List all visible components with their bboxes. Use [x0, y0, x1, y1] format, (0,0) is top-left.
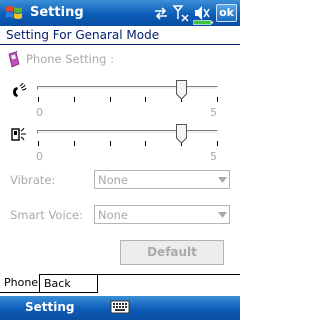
- default-button[interactable]: Default: [120, 240, 224, 265]
- title-bar: Setting ok: [0, 0, 240, 26]
- slider-tick: [74, 141, 75, 146]
- phone-setting-label: Phone Setting :: [26, 52, 114, 66]
- slider-tick: [110, 97, 111, 102]
- connectivity-icon[interactable]: [152, 4, 170, 22]
- slider-tick: [110, 141, 111, 146]
- ringer-slider-max-label: 5: [210, 106, 217, 119]
- ringer-slider-min-label: 0: [36, 106, 43, 119]
- slider-tick: [217, 97, 218, 102]
- vibrate-label: Vibrate:: [10, 173, 56, 187]
- menu-setting-button[interactable]: Setting: [25, 300, 75, 314]
- smart-voice-label: Smart Voice:: [10, 208, 83, 222]
- slider-tick: [38, 141, 39, 146]
- speaker-slider-ticks: [38, 141, 219, 146]
- header-divider: [0, 44, 240, 45]
- ringer-icon: [13, 82, 27, 97]
- page-title: Setting For Genaral Mode: [6, 28, 160, 42]
- slider-tick: [38, 97, 39, 102]
- slider-tick: [145, 97, 146, 102]
- ringer-slider-thumb[interactable]: [176, 80, 187, 100]
- ringer-slider-track[interactable]: [37, 86, 218, 90]
- vibrate-select[interactable]: None: [94, 170, 230, 189]
- speaker-slider-track[interactable]: [37, 130, 218, 134]
- smart-voice-select[interactable]: None: [94, 205, 230, 224]
- ringer-slider-ticks: [38, 97, 219, 102]
- slider-tick: [217, 141, 218, 146]
- vibrate-select-value: None: [98, 173, 129, 187]
- signal-icon[interactable]: [172, 4, 190, 22]
- slider-tick: [74, 97, 75, 102]
- speaker-slider-thumb[interactable]: [176, 124, 187, 144]
- battery-icon: [193, 20, 213, 25]
- app-title: Setting: [30, 5, 84, 20]
- tab-phone[interactable]: Phone: [0, 274, 40, 293]
- tab-back-light[interactable]: Back Light: [40, 274, 98, 308]
- keyboard-icon[interactable]: [110, 298, 130, 316]
- chevron-down-icon: [218, 177, 227, 183]
- chevron-down-icon: [218, 212, 227, 218]
- speaker-slider-max-label: 5: [210, 150, 217, 163]
- smart-voice-select-value: None: [98, 208, 129, 222]
- mobile-phone-icon: [8, 51, 20, 68]
- windows-start-icon[interactable]: [3, 3, 25, 23]
- ok-button[interactable]: ok: [216, 4, 237, 22]
- slider-tick: [145, 141, 146, 146]
- menu-bar: Setting: [0, 296, 240, 320]
- speaker-slider-min-label: 0: [36, 150, 43, 163]
- speaker-icon: [11, 127, 26, 141]
